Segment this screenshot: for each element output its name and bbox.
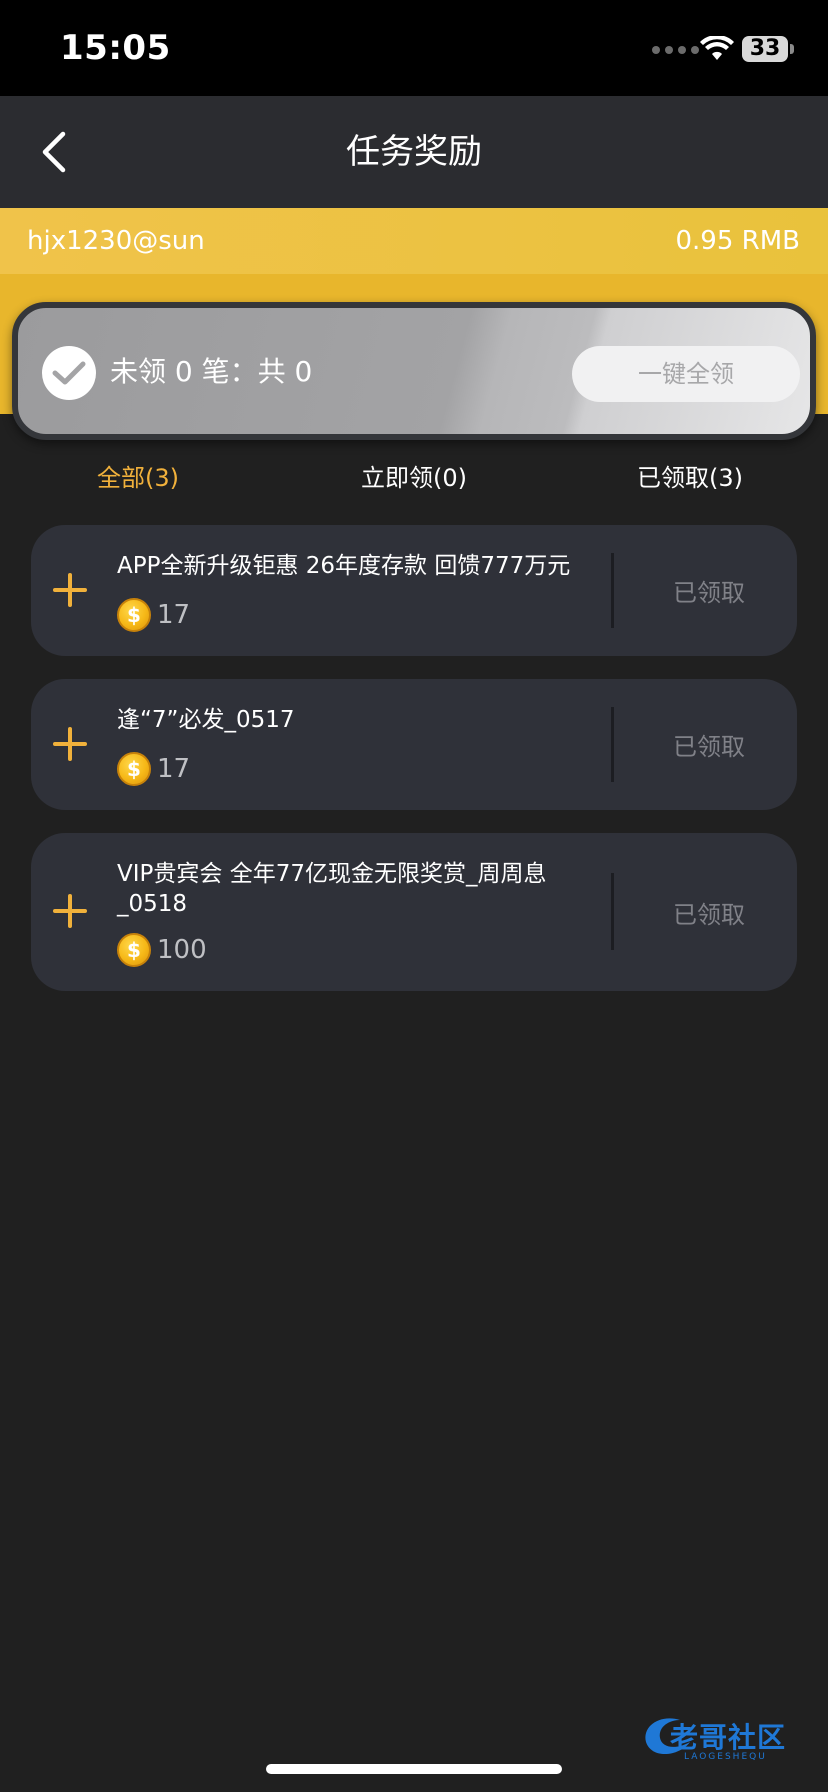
reward-amount: 17 — [157, 754, 191, 784]
unclaimed-summary: 未领 0 笔：共 0 — [110, 355, 313, 388]
tab-claimed[interactable]: 已领取(3) — [612, 448, 768, 508]
watermark-text: 老哥社区 — [670, 1721, 787, 1754]
claim-all-button[interactable]: 一键全领 — [572, 346, 800, 402]
filter-tabs: 全部(3) 立即领(0) 已领取(3) — [0, 448, 828, 508]
nav-bar: 任务奖励 — [0, 96, 828, 208]
task-title: APP全新升级钜惠 26年度存款 回馈777万元 — [117, 553, 571, 579]
home-indicator[interactable] — [266, 1764, 562, 1774]
coin-icon: $ — [117, 598, 151, 632]
wifi-icon — [700, 36, 734, 60]
task-reward: $ 17 — [117, 598, 190, 632]
coin-icon: $ — [117, 933, 151, 967]
task-item[interactable]: 逢“7”必发_0517 $ 17 已领取 — [31, 679, 797, 810]
divider — [611, 553, 614, 628]
coin-icon: $ — [117, 752, 151, 786]
account-balance: 0.95 RMB — [675, 226, 801, 256]
divider — [611, 707, 614, 782]
claim-status-button[interactable]: 已领取 — [621, 895, 797, 930]
watermark-logo: 老哥社区 LAOGESHEQU — [640, 1712, 820, 1772]
task-reward: $ 100 — [117, 933, 207, 967]
tab-all[interactable]: 全部(3) — [60, 448, 216, 508]
page-title: 任务奖励 — [346, 132, 482, 172]
plus-icon[interactable] — [53, 894, 87, 928]
task-title: VIP贵宾会 全年77亿现金无限奖赏_周周息_0518 — [117, 861, 547, 917]
task-item[interactable]: VIP贵宾会 全年77亿现金无限奖赏_周周息_0518 $ 100 已领取 — [31, 833, 797, 991]
claim-status-button[interactable]: 已领取 — [621, 727, 797, 762]
task-item[interactable]: APP全新升级钜惠 26年度存款 回馈777万元 $ 17 已领取 — [31, 525, 797, 656]
divider — [611, 873, 614, 950]
check-icon — [42, 346, 96, 400]
claim-status-button[interactable]: 已领取 — [621, 573, 797, 608]
battery-icon: 33 — [742, 36, 794, 62]
account-band: hjx1230@sun 0.95 RMB — [0, 208, 828, 274]
task-reward: $ 17 — [117, 752, 190, 786]
tab-claimable[interactable]: 立即领(0) — [338, 448, 490, 508]
status-time: 15:05 — [60, 28, 171, 68]
plus-icon[interactable] — [53, 573, 87, 607]
reward-amount: 17 — [157, 600, 191, 630]
watermark-subtext: LAOGESHEQU — [684, 1752, 767, 1762]
reward-amount: 100 — [157, 935, 207, 965]
chevron-left-icon — [42, 131, 66, 173]
status-bar: 15:05 33 — [0, 0, 828, 96]
back-button[interactable] — [20, 118, 88, 186]
plus-icon[interactable] — [53, 727, 87, 761]
battery-level: 33 — [749, 36, 781, 61]
summary-card: 未领 0 笔：共 0 一键全领 — [12, 302, 816, 440]
account-username: hjx1230@sun — [27, 226, 205, 256]
task-title: 逢“7”必发_0517 — [117, 707, 295, 733]
cellular-signal-icon — [652, 46, 699, 54]
